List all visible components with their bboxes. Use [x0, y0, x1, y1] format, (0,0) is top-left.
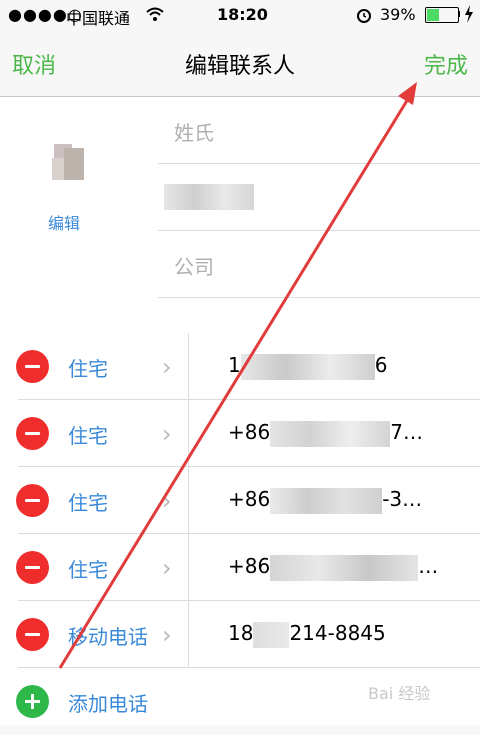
annotation-arrow: [58, 82, 417, 669]
